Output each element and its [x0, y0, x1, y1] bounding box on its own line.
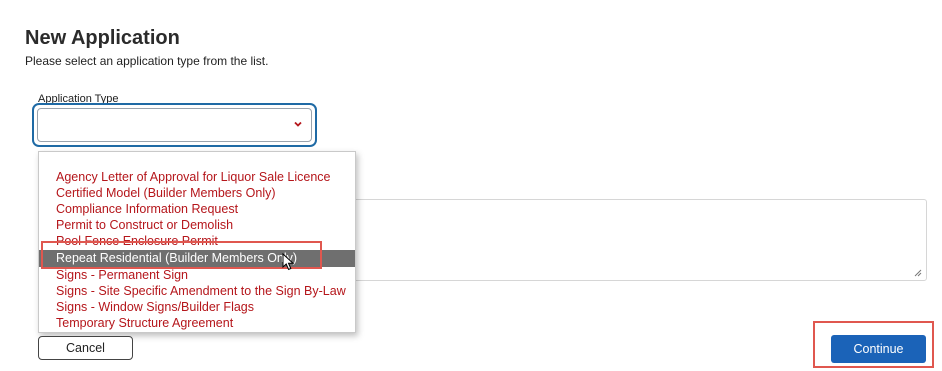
continue-button[interactable]: Continue [831, 335, 926, 363]
page-title: New Application [25, 27, 180, 49]
page-subtitle: Please select an application type from t… [25, 54, 269, 68]
dropdown-option[interactable]: Signs - Permanent Sign [39, 267, 355, 284]
dropdown-option[interactable]: Compliance Information Request [39, 201, 355, 218]
application-type-select-box[interactable] [37, 108, 312, 142]
cancel-button[interactable]: Cancel [38, 336, 133, 360]
dropdown-option-selected[interactable]: Repeat Residential (Builder Members Only… [39, 250, 355, 267]
dropdown-option[interactable]: Agency Letter of Approval for Liquor Sal… [39, 169, 355, 186]
mouse-pointer-icon [282, 253, 295, 271]
chevron-down-icon [294, 121, 302, 127]
description-textarea[interactable] [352, 199, 927, 281]
dropdown-option[interactable]: Certified Model (Builder Members Only) [39, 185, 355, 202]
application-type-select[interactable] [32, 103, 317, 147]
dropdown-option[interactable]: Signs - Window Signs/Builder Flags [39, 299, 355, 316]
dropdown-option[interactable]: Permit to Construct or Demolish [39, 217, 355, 234]
resize-handle-icon[interactable] [914, 269, 922, 277]
dropdown-option[interactable]: Temporary Structure Agreement [39, 315, 355, 332]
dropdown-option[interactable]: Pool Fence Enclosure Permit [39, 233, 355, 250]
application-type-dropdown-list[interactable]: Agency Letter of Approval for Liquor Sal… [38, 151, 356, 333]
dropdown-option[interactable]: Signs - Site Specific Amendment to the S… [39, 283, 355, 300]
